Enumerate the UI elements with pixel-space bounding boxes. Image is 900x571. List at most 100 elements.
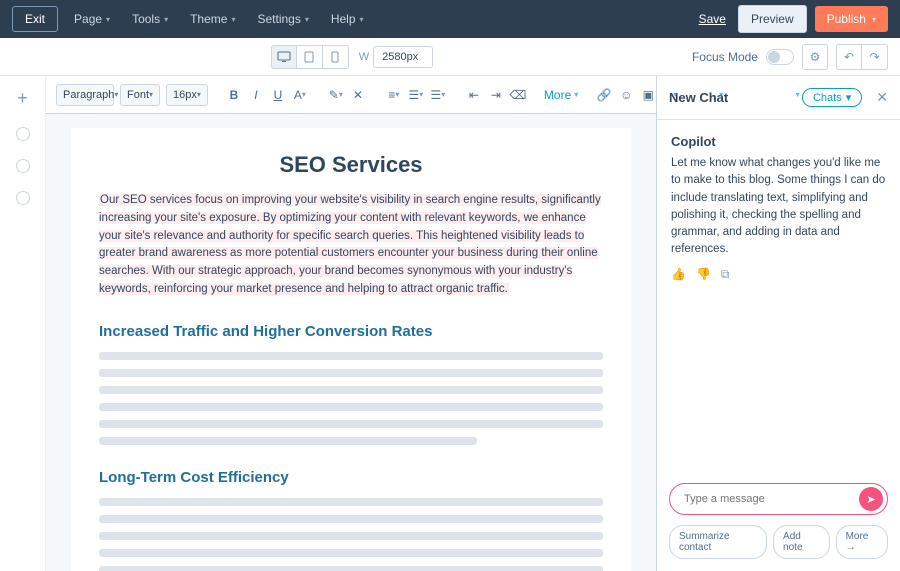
rail-item-1[interactable] [16, 127, 30, 141]
size-select[interactable]: 16px▾ [166, 84, 208, 106]
publish-button[interactable]: Publish▾ [815, 6, 888, 32]
size-select-label: 16px [173, 89, 197, 101]
more-dropdown[interactable]: More▾ [544, 88, 578, 102]
chat-text-field[interactable] [684, 493, 859, 505]
clear-button[interactable]: ⌫ [508, 84, 528, 106]
chevron-down-icon: ▾ [302, 90, 306, 99]
gear-icon: ⚙ [810, 50, 821, 64]
skeleton-line [99, 386, 603, 394]
second-bar-right: Focus Mode ⚙ ↶ ↷ [692, 44, 888, 70]
chat-quick-actions: Summarize contact Add note More → [657, 525, 900, 571]
indent-button[interactable]: ⇥ [486, 84, 506, 106]
doc-paragraph[interactable]: Our SEO services focus on improving your… [99, 192, 603, 299]
chat-close-button[interactable]: ✕ [876, 89, 888, 106]
add-note-button[interactable]: Add note [773, 525, 830, 559]
document: SEO Services Our SEO services focus on i… [71, 128, 631, 571]
chevron-down-icon: ▾ [796, 90, 800, 99]
line-height-button[interactable]: ☰▾ [406, 84, 426, 106]
menu-page-label: Page [74, 12, 102, 26]
device-tablet-button[interactable] [297, 45, 323, 69]
chat-input-area: ➤ [657, 473, 900, 525]
send-button[interactable]: ➤ [859, 487, 883, 511]
thumbs-up-button[interactable]: 👍 [671, 267, 686, 282]
undo-icon: ↶ [844, 50, 854, 64]
image-icon: ▣ [643, 88, 654, 102]
mobile-icon [331, 51, 339, 63]
paragraph-select[interactable]: Paragraph▾ [56, 84, 114, 106]
menu-theme[interactable]: Theme ▾ [190, 12, 235, 26]
underline-button[interactable]: U [268, 84, 288, 106]
menu-settings-label: Settings [257, 12, 300, 26]
device-mobile-button[interactable] [323, 45, 349, 69]
rail-item-2[interactable] [16, 159, 30, 173]
main-area: + Paragraph▾ Font▾ 16px▾ B I U A▾ ✎▾ ✕ ≡… [0, 76, 900, 571]
publish-label: Publish [827, 12, 866, 26]
rail-item-3[interactable] [16, 191, 30, 205]
preview-button[interactable]: Preview [738, 5, 807, 33]
thumbs-down-button[interactable]: 👎 [696, 267, 711, 282]
doc-title[interactable]: SEO Services [99, 152, 603, 178]
align-button[interactable]: ≡▾ [384, 84, 404, 106]
more-label: More [544, 88, 571, 102]
top-bar: Exit Page ▾ Tools▾ Theme ▾ Settings ▾ Help▾… [0, 0, 900, 38]
caret-down-icon: ▾ [846, 91, 852, 104]
clear-format-button[interactable]: ✕ [348, 84, 368, 106]
add-button[interactable]: + [17, 88, 28, 109]
copy-button[interactable]: ⧉ [721, 267, 730, 282]
text-color-button[interactable]: A▾ [290, 84, 310, 106]
chevron-down-icon: ▾ [106, 15, 110, 24]
italic-button[interactable]: I [246, 84, 266, 106]
chevron-down-icon: ▾ [197, 90, 201, 99]
chevron-down-icon: ▾ [339, 90, 343, 99]
tablet-icon [304, 51, 314, 63]
text-color-icon: A [294, 88, 302, 102]
doc-heading-cost[interactable]: Long-Term Cost Efficiency [99, 469, 603, 486]
emoji-icon: ☺ [620, 88, 632, 102]
doc-heading-traffic[interactable]: Increased Traffic and Higher Conversion … [99, 323, 603, 340]
skeleton-line [99, 566, 603, 571]
highlight-icon: ✎ [329, 88, 339, 102]
chats-dropdown[interactable]: Chats▾ [802, 88, 862, 107]
indent-icon: ⇥ [491, 88, 501, 102]
skeleton-line [99, 515, 603, 523]
link-button[interactable]: 🔗 [594, 84, 614, 106]
menu-tools[interactable]: Tools▾ [132, 12, 168, 26]
summarize-contact-button[interactable]: Summarize contact [669, 525, 767, 559]
chat-panel: New Chat Chats▾ ✕ Copilot Let me know wh… [656, 76, 900, 571]
bulleted-list-button[interactable]: ☰▾ [428, 84, 448, 106]
skeleton-line [99, 420, 603, 428]
font-select-label: Font [127, 89, 149, 101]
chevron-down-icon: ▾ [231, 15, 235, 24]
undo-button[interactable]: ↶ [836, 44, 862, 70]
outdent-icon: ⇤ [469, 88, 479, 102]
highlight-button[interactable]: ✎▾ [326, 84, 346, 106]
focus-mode-label: Focus Mode [692, 50, 758, 64]
more-actions-button[interactable]: More → [836, 525, 888, 559]
chevron-down-icon: ▾ [149, 90, 153, 99]
editor-canvas[interactable]: SEO Services Our SEO services focus on i… [46, 114, 656, 571]
redo-button[interactable]: ↷ [862, 44, 888, 70]
exit-button[interactable]: Exit [12, 6, 58, 32]
chevron-down-icon: ▾ [305, 15, 309, 24]
focus-mode-toggle[interactable] [766, 49, 794, 65]
skeleton-line [99, 369, 603, 377]
chat-input[interactable]: ➤ [669, 483, 888, 515]
chevron-down-icon: ▾ [574, 90, 578, 99]
emoji-button[interactable]: ☺ [616, 84, 636, 106]
chevron-down-icon: ▾ [395, 90, 399, 99]
settings-icon-button[interactable]: ⚙ [802, 44, 828, 70]
paragraph-select-label: Paragraph [63, 89, 114, 101]
bold-button[interactable]: B [224, 84, 244, 106]
more-actions-label: More [846, 531, 869, 542]
menu-settings[interactable]: Settings ▾ [257, 12, 308, 26]
editor-column: Paragraph▾ Font▾ 16px▾ B I U A▾ ✎▾ ✕ ≡▾ … [46, 76, 656, 571]
save-link[interactable]: Save [699, 12, 726, 26]
font-select[interactable]: Font▾ [120, 84, 160, 106]
outdent-button[interactable]: ⇤ [464, 84, 484, 106]
width-input[interactable] [373, 46, 433, 68]
device-desktop-button[interactable] [271, 45, 297, 69]
clear-format-icon: ✕ [353, 88, 363, 102]
menu-page[interactable]: Page ▾ [74, 12, 110, 26]
menu-theme-label: Theme [190, 12, 227, 26]
menu-help[interactable]: Help▾ [331, 12, 364, 26]
